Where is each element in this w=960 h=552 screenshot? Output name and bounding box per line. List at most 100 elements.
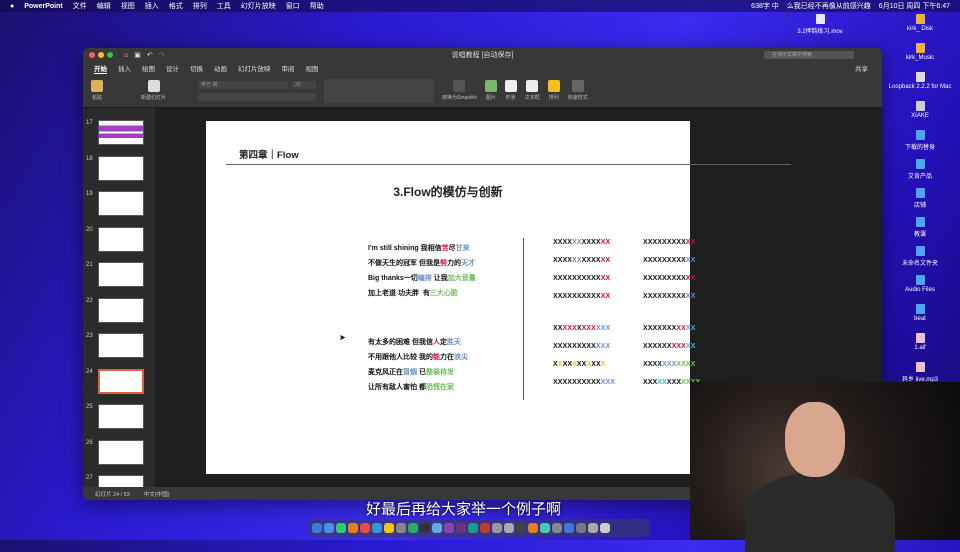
slide-thumbnail[interactable]: [98, 333, 144, 358]
dock-app-icon[interactable]: [432, 523, 442, 533]
close-button[interactable]: [89, 52, 95, 58]
desktop-icon[interactable]: 1.aif: [880, 333, 960, 351]
desktop-icon[interactable]: kirk_ Disk: [880, 14, 960, 32]
minimize-button[interactable]: [98, 52, 104, 58]
undo-icon[interactable]: ↶: [147, 51, 153, 59]
dock-app-icon[interactable]: [588, 523, 598, 533]
tab-slideshow[interactable]: 幻灯片放映: [238, 63, 271, 73]
textbox-button[interactable]: 文本框: [525, 80, 540, 101]
dock-app-icon[interactable]: [552, 523, 562, 533]
share-button[interactable]: 共享: [855, 63, 868, 73]
dock-app-icon[interactable]: [336, 523, 346, 533]
arrange-button[interactable]: 排列: [547, 80, 560, 101]
menu-edit[interactable]: 编辑: [97, 1, 111, 11]
menu-file[interactable]: 文件: [73, 1, 87, 11]
slide-thumbnail[interactable]: [98, 439, 144, 465]
menu-app-name[interactable]: PowerPoint: [24, 3, 63, 10]
dock-app-icon[interactable]: [600, 523, 610, 533]
slide-thumbnail[interactable]: [98, 155, 144, 181]
now-playing[interactable]: 么我已经不再像从前感兴趣: [787, 1, 871, 11]
desktop-icon[interactable]: 未命名文件夹: [880, 246, 960, 267]
apple-icon[interactable]: ●: [10, 3, 14, 10]
paste-button[interactable]: 粘贴: [91, 80, 103, 101]
dock-app-icon[interactable]: [360, 523, 370, 533]
slide-thumbnail[interactable]: [98, 262, 144, 287]
tab-design[interactable]: 设计: [166, 63, 179, 73]
desktop-icon[interactable]: 下载的替身: [880, 130, 960, 151]
quick-style-button[interactable]: 快速样式: [568, 80, 588, 101]
shape-button[interactable]: 形状: [504, 80, 517, 101]
zoom-button[interactable]: [107, 52, 113, 58]
tab-draw[interactable]: 绘图: [142, 63, 155, 73]
slide[interactable]: 第四章｜Flow 3.Flow的模仿与创新 I'm still shining …: [206, 121, 820, 474]
slide-thumbnail[interactable]: [98, 297, 144, 323]
dock-app-icon[interactable]: [540, 523, 550, 533]
desktop-icon[interactable]: kirk_Music: [880, 43, 960, 61]
desktop-icon[interactable]: XIAKE: [880, 101, 960, 119]
dock-app-icon[interactable]: [384, 523, 394, 533]
dock-app-icon[interactable]: [324, 523, 334, 533]
picture-button[interactable]: 图片: [484, 80, 497, 101]
input-status[interactable]: 638字 中: [751, 1, 779, 11]
slide-thumbnail[interactable]: [98, 120, 144, 145]
dock-app-icon[interactable]: [516, 523, 526, 533]
font-size-select[interactable]: 20: [292, 80, 317, 89]
menu-insert[interactable]: 插入: [145, 1, 159, 11]
dock-app-icon[interactable]: [480, 523, 490, 533]
dock-app-icon[interactable]: [420, 523, 430, 533]
desktop-icon[interactable]: Loopback 2.2.2 for Mac: [880, 72, 960, 90]
menu-help[interactable]: 帮助: [310, 1, 324, 11]
clock[interactable]: 6月10日 周四 下午6:47: [879, 1, 950, 11]
dock-app-icon[interactable]: [576, 523, 586, 533]
language-indicator[interactable]: 中文(中国): [144, 490, 170, 498]
menu-tools[interactable]: 工具: [217, 1, 231, 11]
font-format-buttons[interactable]: [198, 92, 317, 101]
tab-insert[interactable]: 插入: [118, 63, 131, 73]
menu-format[interactable]: 格式: [169, 1, 183, 11]
save-icon[interactable]: ▣: [134, 51, 141, 59]
dock-app-icon[interactable]: [312, 523, 322, 533]
slide-thumbnail[interactable]: [98, 404, 144, 429]
dock-app-icon[interactable]: [348, 523, 358, 533]
desktop-icon[interactable]: 3.2押韵练习.mov: [780, 14, 860, 35]
tab-review[interactable]: 审阅: [282, 63, 295, 73]
dock-app-icon[interactable]: [456, 523, 466, 533]
menu-window[interactable]: 窗口: [286, 1, 300, 11]
tab-view[interactable]: 视图: [306, 63, 319, 73]
dock-app-icon[interactable]: [396, 523, 406, 533]
dock-app-icon[interactable]: [408, 523, 418, 533]
home-icon[interactable]: ⌂: [124, 52, 128, 59]
redo-icon[interactable]: ↷: [159, 51, 165, 59]
slide-thumbnail[interactable]: [98, 475, 144, 487]
new-slide-button[interactable]: 新建幻灯片: [141, 80, 166, 101]
paragraph-controls[interactable]: [324, 78, 435, 103]
slide-thumbnail[interactable]: [98, 226, 144, 252]
dock-app-icon[interactable]: [492, 523, 502, 533]
slide-thumbnails-panel[interactable]: 17 18 19 20 21 22 23 24 25 26 27: [83, 108, 155, 487]
dock-app-icon[interactable]: [468, 523, 478, 533]
file-icon: [915, 188, 925, 198]
dock-app-icon[interactable]: [444, 523, 454, 533]
tab-home[interactable]: 开始: [94, 63, 107, 74]
desktop-icon[interactable]: Audio Files: [880, 275, 960, 293]
desktop-icon[interactable]: 艾肯产品: [880, 159, 960, 180]
desktop-icon[interactable]: 异乡 live.mp3: [880, 362, 960, 383]
menu-slideshow[interactable]: 幻灯片放映: [241, 1, 276, 11]
tab-animations[interactable]: 动画: [214, 63, 227, 73]
slide-thumbnail[interactable]: [98, 191, 144, 216]
dock-app-icon[interactable]: [528, 523, 538, 533]
smartart-button[interactable]: 转换为SmartArt: [442, 80, 477, 101]
font-name-select[interactable]: 苹方-简: [198, 80, 289, 89]
dock-app-icon[interactable]: [504, 523, 514, 533]
desktop-icon[interactable]: 店铺: [880, 188, 960, 209]
desktop-icon[interactable]: beat: [880, 304, 960, 322]
slide-thumbnail[interactable]: [98, 368, 144, 394]
search-input[interactable]: 在演示文稿中搜索: [764, 51, 854, 59]
tab-transitions[interactable]: 切换: [190, 63, 203, 73]
desktop-icon[interactable]: 教课: [880, 217, 960, 238]
flow-pattern-row: XXXXXXXXXXXX: [553, 275, 610, 282]
dock-app-icon[interactable]: [564, 523, 574, 533]
menu-arrange[interactable]: 排列: [193, 1, 207, 11]
menu-view[interactable]: 视图: [121, 1, 135, 11]
dock-app-icon[interactable]: [372, 523, 382, 533]
